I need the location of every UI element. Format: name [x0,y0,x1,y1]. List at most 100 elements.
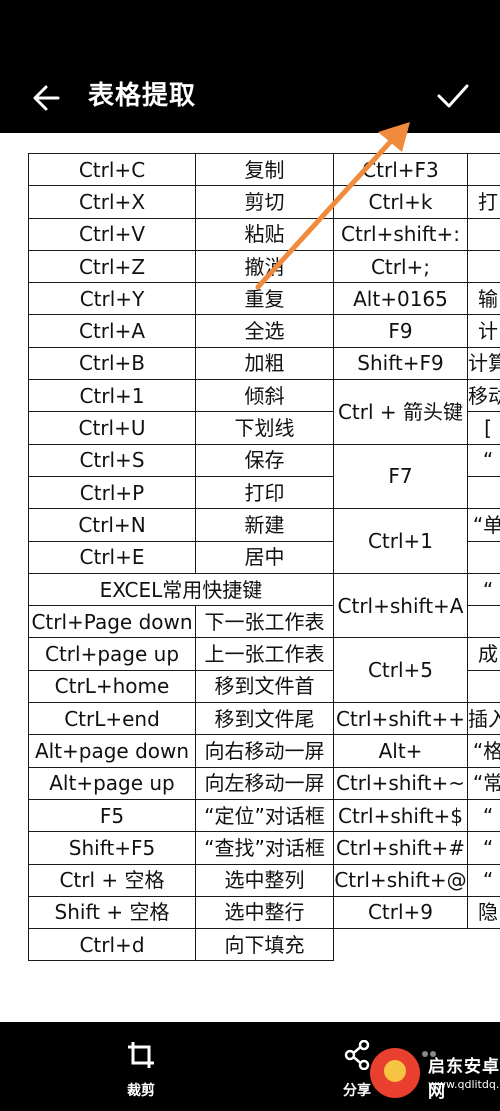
table-cell: Alt+ [333,734,468,768]
table-cell: “ [467,831,500,865]
table-row: Ctrl+V 粘贴 Ctrl+shift+: [28,217,500,251]
table-row: Ctrl+B 加粗 Shift+F9 计算 [28,346,500,381]
table-cell: Ctrl+shift+~ [333,766,468,800]
table-cell: F9 [333,314,468,348]
table-cell: 向下填充 [195,928,334,962]
table-cell: Ctrl+X [28,185,196,219]
table-row: Ctrl+1 倾斜 Ctrl + 箭头键 移动 [28,379,500,445]
table-cell: Ctrl+U [28,411,196,445]
back-arrow-icon [33,85,60,111]
table-cell: Alt+page down [28,734,196,768]
table-cell [467,540,500,574]
share-icon [344,1040,370,1070]
table-cell: 移到文件尾 [195,702,334,736]
table-cell: 打印 [195,475,334,510]
table-row: Ctrl+d 向下填充 [28,928,500,962]
table-cell: Ctrl+shift++ [333,702,468,736]
table-cell: 重复 [195,282,334,316]
table-cell: “查找”对话框 [195,831,334,865]
table-cell: 插入 [467,702,500,736]
shortcut-table: Ctrl+C 复制 Ctrl+F3 Ctrl+X 剪切 Ctrl+k 打 Ctr… [28,152,500,962]
table-cell: “ [467,863,500,897]
table-cell: “定位”对话框 [195,798,334,833]
table-cell: F5 [28,798,196,833]
watermark-url: www.qdlitdq.com [428,1078,500,1091]
table-cell: “ [467,572,500,607]
table-cell: CtrL+home [28,669,196,704]
crop-button[interactable]: 裁剪 [96,1040,186,1104]
crop-icon [128,1042,154,1068]
table-cell: Alt+0165 [333,282,468,316]
table-cell: Ctrl+S [28,443,196,477]
table-cell: Ctrl+shift+# [333,831,468,865]
table-cell: 打 [467,185,500,219]
table-cell: Ctrl+Page down [28,605,196,639]
table-cell: 下一张工作表 [195,605,334,639]
checkmark-icon [437,84,469,108]
table-row: Ctrl+S 保存 F7 “ [28,443,500,510]
table-cell: Alt+page up [28,766,196,800]
table-cell: Ctrl+C [28,152,196,187]
table-cell [467,249,500,284]
table-cell: F7 [333,443,468,510]
table-cell: Ctrl + 空格 [28,863,196,897]
table-cell: 计算 [467,346,500,381]
table-cell: Ctrl+shift+: [333,217,468,251]
table-cell [467,475,500,510]
crop-label: 裁剪 [127,1083,155,1099]
table-cell: Shift + 空格 [28,895,196,930]
table-cell: [ [467,411,500,445]
table-row: Ctrl+C 复制 Ctrl+F3 [28,152,500,187]
table-cell: “单 [467,508,500,542]
table-cell: Ctrl+P [28,475,196,510]
back-button[interactable] [28,78,72,118]
watermark: 启东安卓网 www.qdlitdq.com [370,1046,500,1106]
table-row: Shift + 空格 选中整行 Ctrl+9 隐 [28,895,500,930]
table-cell: Ctrl+E [28,540,196,574]
table-cell: Ctrl+5 [333,637,468,704]
table-row: Ctrl + 空格 选中整列 Ctrl+shift+@ “ [28,863,500,897]
table-cell: 输 [467,282,500,316]
table-cell: Shift+F9 [333,346,468,381]
table-cell: Shift+F5 [28,831,196,865]
top-bar: 表格提取 [0,0,500,133]
table-cell: Ctrl+N [28,508,196,542]
table-cell: Ctrl+shift+A [333,572,468,639]
table-cell: Ctrl+B [28,346,196,381]
table-cell: “格 [467,734,500,768]
table-cell: 计 [467,314,500,348]
table-cell: 上一张工作表 [195,637,334,671]
table-heading-cell: EXCEL常用快捷键 [28,572,334,607]
table-cell: 撤消 [195,249,334,284]
table-cell: Ctrl+; [333,249,468,284]
table-cell: Ctrl+shift+$ [333,798,468,833]
watermark-name: 启东安卓网 [428,1057,500,1102]
table-cell: 粘贴 [195,217,334,251]
table-cell: Ctrl+F3 [333,152,468,187]
table-cell: Ctrl+d [28,928,196,962]
table-cell: Ctrl+page up [28,637,196,671]
table-row: Ctrl+N 新建 Ctrl+1 “单 [28,508,500,574]
table-cell [467,669,500,704]
table-cell: “ [467,798,500,833]
confirm-button[interactable] [430,76,474,116]
table-row: Ctrl+Z 撤消 Ctrl+; [28,249,500,284]
table-cell: Ctrl+A [28,314,196,348]
table-row: Ctrl+A 全选 F9 计 [28,314,500,348]
table-cell: Ctrl+V [28,217,196,251]
table-cell: 向右移动一屏 [195,734,334,768]
table-cell: “常 [467,766,500,800]
table-cell: Ctrl + 箭头键 [333,379,468,445]
extracted-table-preview: Ctrl+C 复制 Ctrl+F3 Ctrl+X 剪切 Ctrl+k 打 Ctr… [0,133,500,1022]
table-cell: 新建 [195,508,334,542]
table-cell: 加粗 [195,346,334,381]
table-cell [467,152,500,187]
table-row: Shift+F5 “查找”对话框 Ctrl+shift+# “ [28,831,500,865]
table-cell: 移到文件首 [195,669,334,704]
table-cell: 向左移动一屏 [195,766,334,800]
table-row: Alt+page down 向右移动一屏 Alt+ “格 [28,734,500,768]
table-cell: 移动 [467,379,500,413]
table-cell: Ctrl+Y [28,282,196,316]
table-cell: Ctrl+1 [28,379,196,413]
table-row: F5 “定位”对话框 Ctrl+shift+$ “ [28,798,500,833]
